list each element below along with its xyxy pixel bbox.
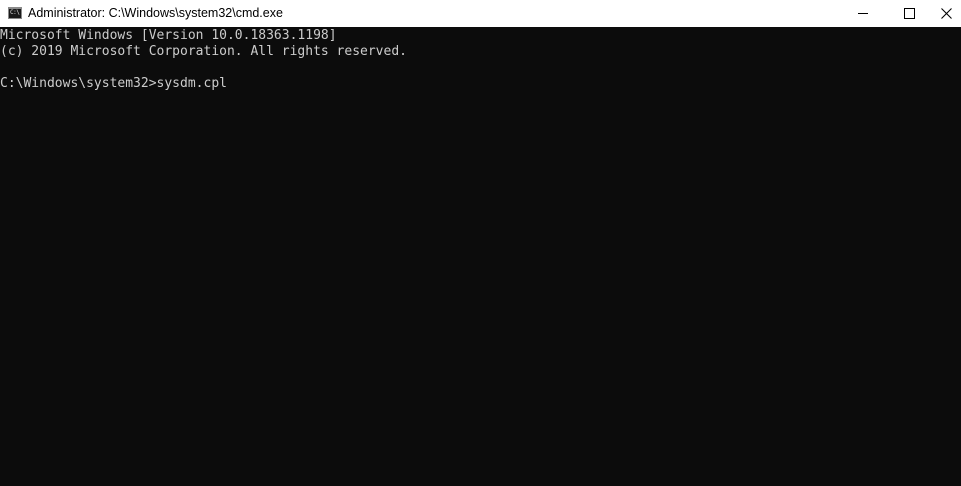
maximize-button[interactable] <box>886 0 932 27</box>
cmd-window: C:\ Administrator: C:\Windows\system32\c… <box>0 0 961 486</box>
console-line-copyright: (c) 2019 Microsoft Corporation. All righ… <box>0 44 407 59</box>
window-title: Administrator: C:\Windows\system32\cmd.e… <box>28 6 283 20</box>
close-icon <box>941 8 952 19</box>
close-button[interactable] <box>932 0 961 27</box>
console-line-prompt: C:\Windows\system32>sysdm.cpl <box>0 76 227 91</box>
cmd-icon-glyph: C:\ <box>10 9 20 16</box>
title-bar[interactable]: C:\ Administrator: C:\Windows\system32\c… <box>0 0 961 27</box>
console-line-version: Microsoft Windows [Version 10.0.18363.11… <box>0 28 337 43</box>
maximize-icon <box>903 8 915 19</box>
cmd-icon[interactable]: C:\ <box>8 7 22 19</box>
minimize-icon <box>858 13 868 14</box>
console-output[interactable]: Microsoft Windows [Version 10.0.18363.11… <box>0 27 961 486</box>
minimize-button[interactable] <box>840 0 886 27</box>
